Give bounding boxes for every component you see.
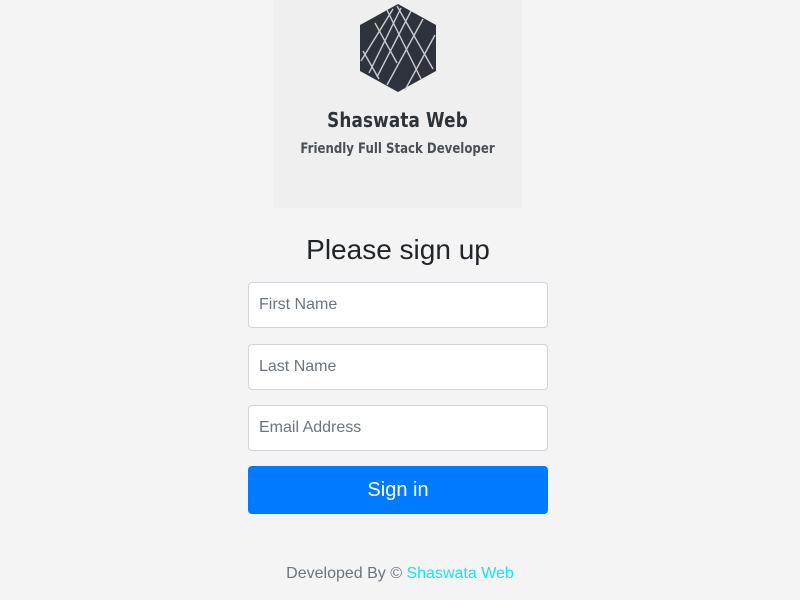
brand-logo-card: Shaswata Web Friendly Full Stack Develop…	[273, 0, 522, 208]
first-name-input[interactable]	[248, 282, 548, 328]
form-heading: Please sign up	[306, 234, 490, 265]
footer-author-link[interactable]: Shaswata Web	[406, 565, 513, 582]
footer: Developed By © Shaswata Web	[0, 565, 800, 583]
sign-in-button[interactable]: Sign in	[248, 466, 548, 514]
hexagon-lattice-logo-icon	[360, 4, 436, 92]
email-input[interactable]	[248, 405, 548, 451]
brand-name: Shaswata Web	[327, 108, 468, 132]
brand-tagline: Friendly Full Stack Developer	[300, 141, 495, 157]
last-name-input[interactable]	[248, 344, 548, 390]
footer-credit-text: Developed By ©	[286, 565, 403, 582]
